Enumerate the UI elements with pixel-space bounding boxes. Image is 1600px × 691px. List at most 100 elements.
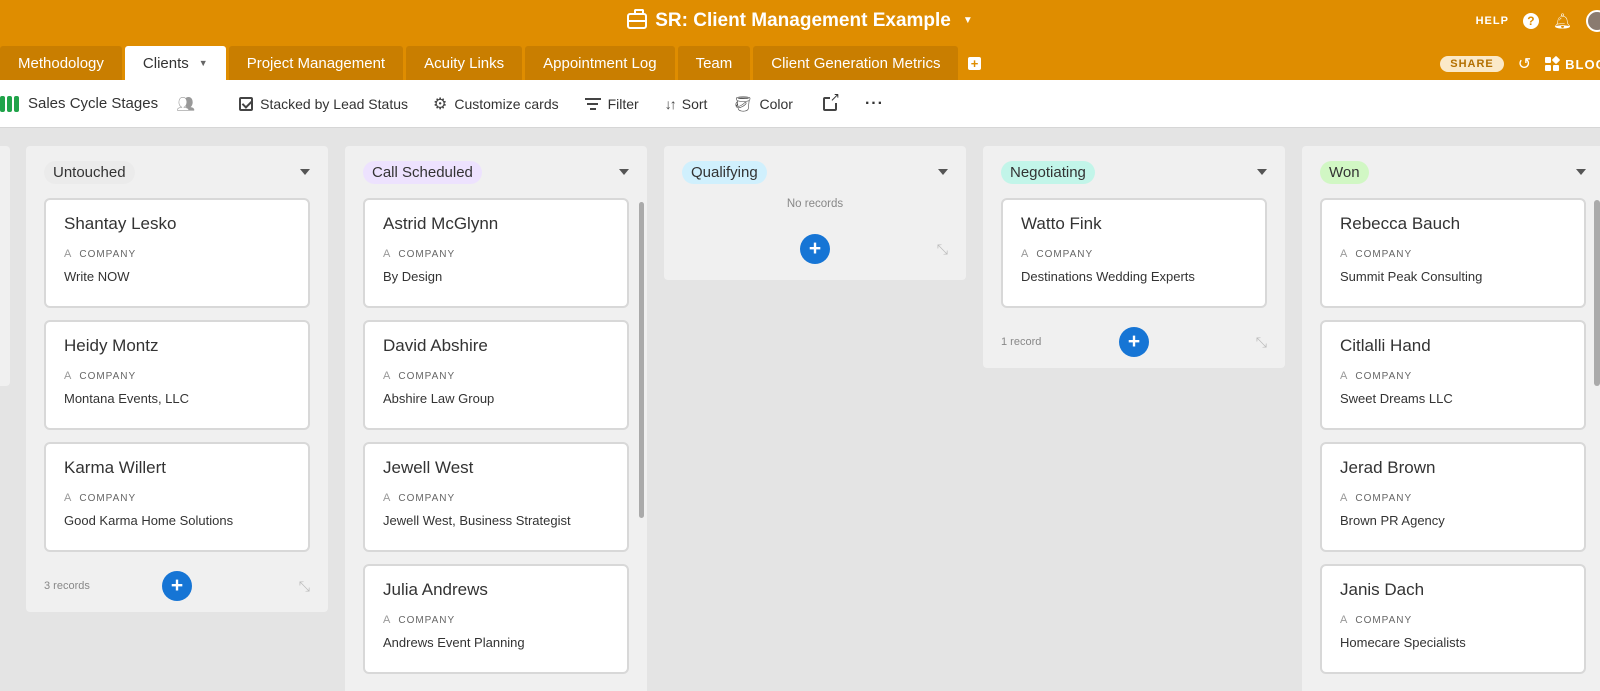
stack-call-scheduled: Call Scheduled Astrid McGlynn A COMPANY B… bbox=[345, 146, 647, 691]
tab-team[interactable]: Team bbox=[677, 46, 751, 80]
field-label-text: COMPANY bbox=[398, 248, 456, 260]
stack-qualifying: Qualifying No records + ⤡ bbox=[664, 146, 966, 280]
share-button[interactable]: SHARE bbox=[1440, 56, 1504, 72]
stack-footer: + ⤡ bbox=[664, 232, 966, 280]
card-company: Homecare Specialists bbox=[1340, 635, 1466, 650]
blocks-button[interactable]: BLOC bbox=[1545, 55, 1600, 72]
collapse-icon[interactable]: ⤡ bbox=[937, 241, 948, 258]
field-label: A COMPANY bbox=[383, 248, 609, 260]
field-label: A COMPANY bbox=[1340, 614, 1566, 626]
filter-label: Filter bbox=[607, 95, 639, 112]
sort-button[interactable]: ↓↑ Sort bbox=[665, 96, 708, 112]
field-label-text: COMPANY bbox=[398, 370, 456, 382]
chevron-down-icon[interactable]: ▼ bbox=[199, 58, 208, 68]
collapse-icon[interactable]: ⤡ bbox=[299, 578, 310, 595]
filter-icon bbox=[584, 97, 601, 110]
kanban-icon bbox=[0, 95, 19, 112]
bell-icon[interactable]: 🔔︎ bbox=[1553, 12, 1572, 30]
help-icon[interactable]: ? bbox=[1522, 13, 1539, 29]
record-card[interactable]: Citlalli Hand A COMPANY Sweet Dreams LLC bbox=[1320, 320, 1586, 430]
text-field-icon: A bbox=[64, 248, 72, 260]
record-card[interactable]: Shantay Lesko A COMPANY Write NOW bbox=[44, 198, 310, 308]
tab-appointment-log[interactable]: Appointment Log bbox=[525, 46, 675, 80]
field-label: A COMPANY bbox=[1340, 370, 1566, 382]
stack-untouched: Untouched Shantay Lesko A COMPANY Write N… bbox=[26, 146, 328, 612]
record-card[interactable]: Rebecca Bauch A COMPANY Summit Peak Consu… bbox=[1320, 198, 1586, 308]
tab-methodology[interactable]: Methodology bbox=[0, 46, 122, 80]
tabs-right-actions: SHARE ↺ BLOC bbox=[1440, 54, 1600, 74]
add-record-button[interactable]: + bbox=[1119, 327, 1149, 357]
share-view-icon[interactable] bbox=[822, 90, 840, 111]
record-card[interactable]: Janis Dach A COMPANY Homecare Specialists bbox=[1320, 564, 1586, 674]
color-label: Color bbox=[759, 95, 793, 112]
chevron-down-icon: ▼ bbox=[962, 15, 973, 26]
more-options-icon[interactable]: ··· bbox=[865, 95, 884, 113]
tab-project-management[interactable]: Project Management bbox=[228, 46, 404, 80]
field-label-text: COMPANY bbox=[398, 492, 456, 504]
tab-label: Client Generation Metrics bbox=[771, 54, 941, 72]
history-icon[interactable]: ↺ bbox=[1518, 54, 1531, 74]
card-title: Heidy Montz bbox=[64, 336, 159, 355]
field-label-text: COMPANY bbox=[1355, 492, 1413, 504]
chevron-down-icon[interactable] bbox=[1257, 169, 1267, 175]
chevron-down-icon[interactable] bbox=[619, 169, 629, 175]
card-title: Citlalli Hand bbox=[1340, 336, 1431, 355]
field-label-text: COMPANY bbox=[398, 614, 456, 626]
text-field-icon: A bbox=[1340, 370, 1348, 382]
app-header: SR: Client Management Example ▼ HELP ? 🔔… bbox=[0, 0, 1600, 80]
field-label-text: COMPANY bbox=[1355, 370, 1413, 382]
text-field-icon: A bbox=[64, 370, 72, 382]
filter-button[interactable]: Filter bbox=[584, 95, 639, 112]
tab-clients[interactable]: Clients ▼ bbox=[124, 46, 226, 80]
chevron-down-icon[interactable] bbox=[938, 169, 948, 175]
field-label-text: COMPANY bbox=[1355, 614, 1413, 626]
tab-label: Methodology bbox=[18, 54, 104, 72]
record-card[interactable]: Watto Fink A COMPANY Destinations Wedding… bbox=[1001, 198, 1267, 308]
field-label: A COMPANY bbox=[1340, 492, 1566, 504]
field-label: A COMPANY bbox=[64, 492, 290, 504]
card-company: By Design bbox=[383, 269, 443, 284]
add-record-button[interactable]: + bbox=[800, 234, 830, 264]
scrollbar[interactable] bbox=[1594, 200, 1600, 386]
collaborators-icon[interactable]: 👥︎ bbox=[176, 95, 195, 113]
stack-header: Qualifying bbox=[664, 146, 966, 198]
card-title: Jerad Brown bbox=[1340, 458, 1436, 477]
field-label-text: COMPANY bbox=[79, 492, 137, 504]
text-field-icon: A bbox=[383, 492, 391, 504]
color-button[interactable]: 🪣︎ Color bbox=[733, 95, 793, 113]
base-title-text: SR: Client Management Example bbox=[655, 10, 951, 31]
tab-acuity-links[interactable]: Acuity Links bbox=[406, 46, 523, 80]
help-link[interactable]: HELP bbox=[1476, 15, 1509, 27]
text-field-icon: A bbox=[1340, 492, 1348, 504]
record-card[interactable]: Jerad Brown A COMPANY Brown PR Agency bbox=[1320, 442, 1586, 552]
record-card[interactable]: Heidy Montz A COMPANY Montana Events, LLC bbox=[44, 320, 310, 430]
tab-client-generation-metrics[interactable]: Client Generation Metrics bbox=[753, 46, 959, 80]
card-company: Destinations Wedding Experts bbox=[1021, 269, 1195, 284]
card-company: Sweet Dreams LLC bbox=[1340, 391, 1453, 406]
view-switcher[interactable]: Sales Cycle Stages bbox=[0, 95, 158, 112]
collapse-icon[interactable]: ⤡ bbox=[1256, 334, 1267, 351]
chevron-down-icon[interactable] bbox=[300, 169, 310, 175]
record-card[interactable]: Jewell West A COMPANY Jewell West, Busine… bbox=[363, 442, 629, 552]
field-label: A COMPANY bbox=[383, 492, 609, 504]
customize-cards-button[interactable]: ⚙ Customize cards bbox=[433, 94, 559, 114]
text-field-icon: A bbox=[1021, 248, 1029, 260]
add-table-button[interactable]: + bbox=[961, 46, 987, 80]
stacked-by-button[interactable]: Stacked by Lead Status bbox=[239, 96, 408, 112]
avatar[interactable] bbox=[1586, 10, 1600, 32]
sort-label: Sort bbox=[681, 95, 708, 112]
base-title[interactable]: SR: Client Management Example ▼ bbox=[0, 8, 1600, 34]
record-card[interactable]: Karma Willert A COMPANY Good Karma Home S… bbox=[44, 442, 310, 552]
scrollbar[interactable] bbox=[639, 202, 644, 518]
card-title: David Abshire bbox=[383, 336, 488, 355]
record-card[interactable]: Julia Andrews A COMPANY Andrews Event Pla… bbox=[363, 564, 629, 674]
card-company: Jewell West, Business Strategist bbox=[383, 513, 571, 528]
record-card[interactable]: David Abshire A COMPANY Abshire Law Group bbox=[363, 320, 629, 430]
field-label-text: COMPANY bbox=[1355, 248, 1413, 260]
record-card[interactable]: Astrid McGlynn A COMPANY By Design bbox=[363, 198, 629, 308]
card-title: Janis Dach bbox=[1340, 580, 1425, 599]
add-record-button[interactable]: + bbox=[162, 571, 192, 601]
chevron-down-icon[interactable] bbox=[1576, 169, 1586, 175]
card-company: Write NOW bbox=[64, 269, 130, 284]
stacked-by-label: Stacked by Lead Status bbox=[260, 95, 408, 112]
